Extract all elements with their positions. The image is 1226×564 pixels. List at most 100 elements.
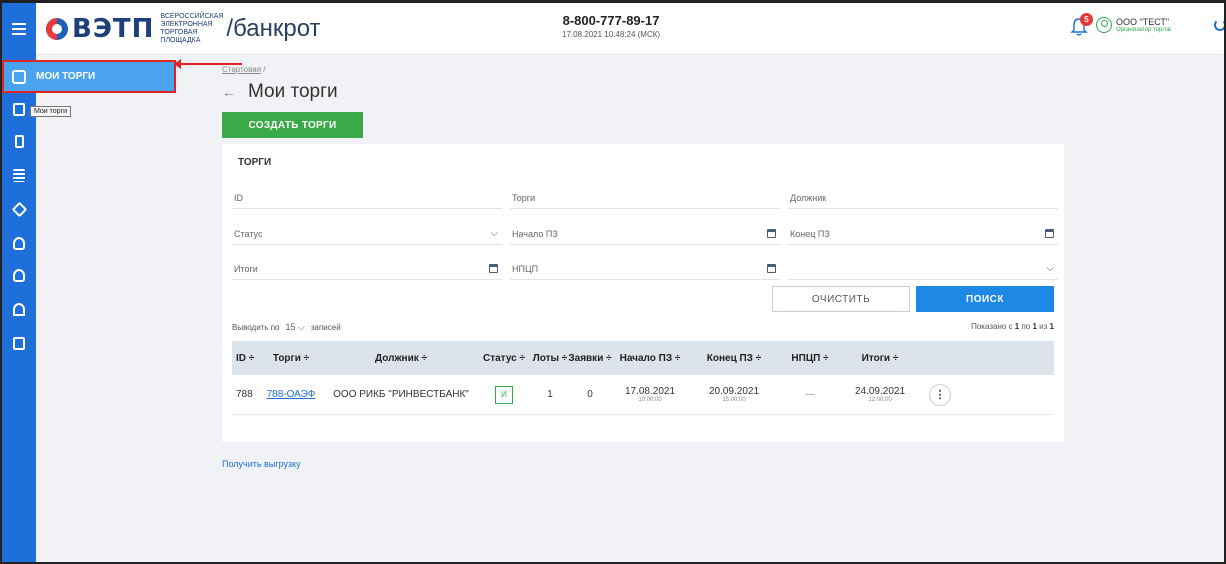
per-page-select[interactable]: 15 ⌵ — [286, 322, 305, 333]
app-frame: ВЭТП ВСЕРОССИЙСКАЯ ЭЛЕКТРОННАЯ ТОРГОВАЯ … — [0, 0, 1226, 564]
id-card-icon[interactable] — [2, 331, 36, 355]
col-dolzhnik[interactable]: Должник ÷ — [326, 353, 476, 364]
logo-text: ВЭТП — [72, 14, 155, 44]
col-id[interactable]: ID ÷ — [232, 353, 256, 364]
col-status[interactable]: Статус ÷ — [476, 353, 532, 364]
row-actions-icon[interactable]: ⋮ — [929, 383, 951, 406]
col-nachalo[interactable]: Начало ПЗ ÷ — [612, 353, 688, 364]
logo[interactable]: ВЭТП ВСЕРОССИЙСКАЯ ЭЛЕКТРОННАЯ ТОРГОВАЯ … — [46, 13, 321, 45]
cell-loty: 1 — [547, 389, 553, 400]
chevron-down-icon: ⌵ — [1046, 263, 1054, 274]
itogi-date-input[interactable]: Итоги — [232, 258, 502, 280]
nachalo-date-placeholder: Начало ПЗ — [512, 228, 558, 239]
itogi-date-placeholder: Итоги — [234, 263, 258, 274]
header: ВЭТП ВСЕРОССИЙСКАЯ ЭЛЕКТРОННАЯ ТОРГОВАЯ … — [2, 3, 1224, 55]
power-icon[interactable] — [1214, 19, 1224, 31]
shown-total: 1 — [1049, 322, 1054, 331]
shown-to: 1 — [1032, 322, 1037, 331]
clear-button[interactable]: ОЧИСТИТЬ — [772, 286, 910, 312]
npcp-date-placeholder: НПЦП — [512, 263, 539, 274]
cell-zayavki: 0 — [587, 389, 593, 400]
table-row: 788 788-ОАЭФ ООО РИКБ "РИНВЕСТБАНК" И 1 … — [232, 375, 1054, 415]
trades-card: ТОРГИ ID Торги Должник Статус ⌵ Начало П… — [222, 144, 1064, 442]
user-icon — [1096, 17, 1112, 33]
contact-block: 8-800-777-89-17 17.08.2021 10:48:24 (МСК… — [562, 13, 660, 39]
receipt-icon[interactable] — [2, 129, 36, 153]
calendar-icon[interactable] — [767, 229, 776, 238]
shown-prefix: Показано с — [971, 322, 1013, 331]
konec-date-input[interactable]: Конец ПЗ — [788, 223, 1058, 245]
extra-select[interactable]: ⌵ — [788, 258, 1058, 280]
export-link[interactable]: Получить выгрузку — [222, 459, 301, 469]
breadcrumb-home-link[interactable]: Стартовая — [222, 65, 261, 74]
back-arrow-icon[interactable]: ← — [222, 84, 236, 100]
cell-itogi: 24.09.2021 12:00:00 — [840, 386, 920, 403]
menu-icon[interactable] — [2, 3, 36, 55]
calendar-icon[interactable] — [1045, 229, 1054, 238]
main-content: Стартовая / ← Мои торги СОЗДАТЬ ТОРГИ ТО… — [36, 55, 1224, 562]
cell-id: 788 — [236, 389, 253, 400]
search-button[interactable]: ПОИСК — [916, 286, 1054, 312]
nachalo-date-input[interactable]: Начало ПЗ — [510, 223, 780, 245]
bell-icon[interactable]: 5 — [1070, 13, 1093, 37]
cell-konec: 20.09.2021 15:00:00 — [688, 386, 780, 403]
torgi-filter-placeholder: Торги — [512, 192, 536, 203]
col-loty[interactable]: Лоты ÷ — [532, 353, 568, 364]
konec-time: 15:00:00 — [722, 397, 746, 403]
breadcrumb-separator: / — [263, 65, 266, 74]
table-header: ID ÷ Торги ÷ Должник ÷ Статус ÷ Лоты ÷ З… — [232, 341, 1054, 375]
itogi-time: 12:00:00 — [868, 397, 892, 403]
konec-date-placeholder: Конец ПЗ — [790, 228, 830, 239]
dolzhnik-filter-input[interactable]: Должник — [788, 187, 1058, 209]
dolzhnik-filter-placeholder: Должник — [790, 192, 827, 203]
per-page-suffix: записей — [310, 323, 341, 332]
records-shown: Показано с 1 по 1 из 1 — [971, 322, 1054, 331]
logo-mark — [46, 18, 68, 40]
per-page-control: Выводить по 15 ⌵ записей — [232, 322, 341, 333]
col-itogi[interactable]: Итоги ÷ — [840, 353, 920, 364]
torgi-filter-input[interactable]: Торги — [510, 187, 780, 209]
card-title: ТОРГИ — [238, 157, 272, 168]
cell-nachalo: 17.08.2021 10:00:00 — [612, 386, 688, 403]
auction-alt-icon[interactable] — [2, 263, 36, 287]
calendar-icon[interactable] — [489, 264, 498, 273]
col-konec[interactable]: Конец ПЗ ÷ — [688, 353, 780, 364]
col-zayavki[interactable]: Заявки ÷ — [568, 353, 612, 364]
id-filter-input[interactable]: ID — [232, 187, 502, 209]
calendar-icon[interactable] — [767, 264, 776, 273]
user-role: Организатор торгов — [1116, 27, 1171, 33]
shown-from: 1 — [1014, 322, 1020, 331]
itogi-date: 24.09.2021 — [854, 386, 906, 397]
breadcrumb: Стартовая / — [222, 65, 266, 74]
logo-subtitle: ВСЕРОССИЙСКАЯ ЭЛЕКТРОННАЯ ТОРГОВАЯ ПЛОЩА… — [160, 13, 224, 44]
house-icon[interactable] — [2, 297, 36, 321]
trades-table: ID ÷ Торги ÷ Должник ÷ Статус ÷ Лоты ÷ З… — [232, 341, 1054, 415]
gavel-icon[interactable] — [2, 197, 36, 221]
konec-date: 20.09.2021 — [708, 386, 760, 397]
page-title: Мои торги — [248, 81, 338, 102]
server-datetime: 17.08.2021 10:48:24 (МСК) — [562, 30, 661, 39]
cell-dolzhnik: ООО РИКБ "РИНВЕСТБАНК" — [333, 389, 469, 400]
npcp-date-input[interactable]: НПЦП — [510, 258, 780, 280]
trade-link[interactable]: 788-ОАЭФ — [267, 389, 316, 400]
col-npcp[interactable]: НПЦП ÷ — [780, 353, 840, 364]
list-icon[interactable] — [2, 163, 36, 187]
create-trade-button[interactable]: СОЗДАТЬ ТОРГИ — [222, 112, 363, 138]
shown-mid: по — [1021, 322, 1031, 331]
notification-badge: 5 — [1080, 13, 1093, 26]
status-select[interactable]: Статус ⌵ — [232, 223, 502, 245]
status-badge: И — [495, 385, 513, 404]
nachalo-time: 10:00:00 — [638, 397, 662, 403]
per-page-prefix: Выводить по — [232, 323, 280, 332]
chevron-down-icon: ⌵ — [490, 228, 498, 239]
per-page-value: 15 — [285, 322, 296, 332]
sidebar — [2, 55, 36, 562]
phone-number: 8-800-777-89-17 — [562, 13, 660, 28]
user-menu[interactable]: ООО "ТЕСТ" Организатор торгов — [1096, 17, 1171, 33]
auction-icon[interactable] — [2, 231, 36, 255]
section-name: /банкрот — [226, 15, 321, 42]
shown-of: из — [1039, 322, 1048, 331]
col-torgi[interactable]: Торги ÷ — [256, 353, 326, 364]
cell-npcp: — — [805, 389, 815, 400]
status-select-placeholder: Статус — [234, 228, 263, 239]
